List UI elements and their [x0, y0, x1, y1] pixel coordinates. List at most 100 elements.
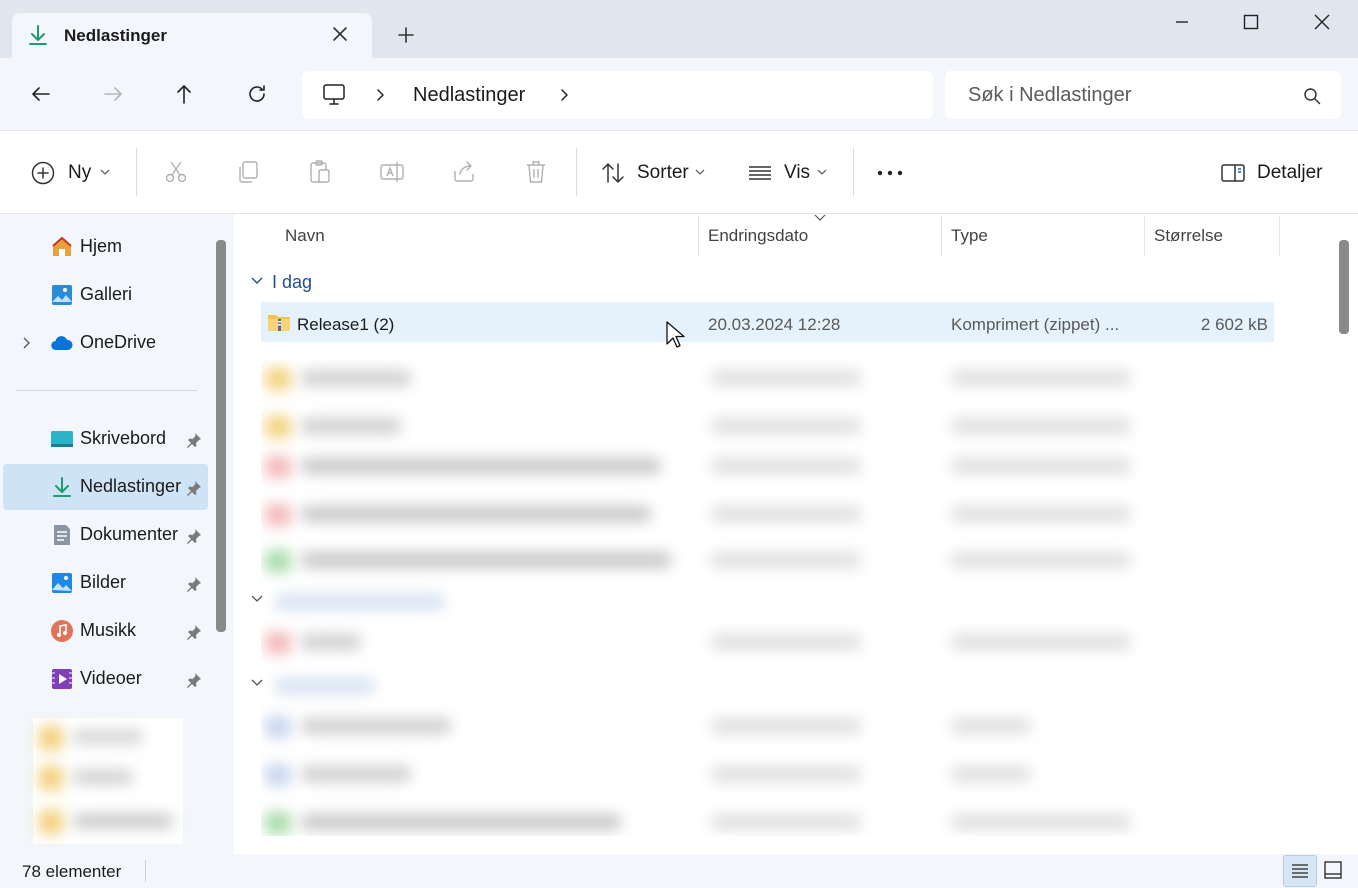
sort-indicator-icon	[814, 214, 826, 221]
sidebar-item-downloads[interactable]: Nedlastinger	[3, 464, 208, 510]
sidebar-item-label: Galleri	[80, 284, 133, 304]
sidebar-item-videos[interactable]: Videoer	[0, 656, 208, 702]
column-divider	[1144, 216, 1145, 256]
back-arrow-icon[interactable]	[27, 80, 55, 108]
search-icon[interactable]	[1303, 87, 1321, 105]
pin-icon[interactable]	[186, 624, 202, 640]
blurred-row-text	[301, 370, 411, 386]
music-icon	[51, 620, 73, 642]
sidebar-item-documents[interactable]: Dokumenter	[0, 512, 208, 558]
blurred-row-text	[711, 766, 861, 782]
content-scrollbar[interactable]	[1339, 240, 1349, 334]
pin-icon[interactable]	[186, 576, 202, 592]
forward-arrow-icon[interactable]	[99, 80, 127, 108]
chevron-down-icon[interactable]	[250, 593, 264, 605]
blurred-text	[73, 730, 143, 744]
blurred-row-text	[951, 506, 1131, 522]
column-header-size[interactable]: Størrelse	[1154, 226, 1223, 246]
download-icon	[29, 25, 47, 45]
sidebar-scrollbar[interactable]	[216, 240, 226, 632]
sidebar-item-label: Hjem	[80, 236, 123, 256]
chevron-down-icon[interactable]	[250, 677, 264, 689]
details-pane-button[interactable]: Detaljer	[1220, 158, 1325, 188]
computer-icon[interactable]	[321, 83, 347, 107]
pin-icon[interactable]	[186, 672, 202, 688]
column-header-name[interactable]: Navn	[285, 226, 325, 246]
blurred-row-text	[951, 814, 1131, 830]
maximize-icon[interactable]	[1237, 8, 1265, 36]
cut-icon[interactable]	[163, 159, 189, 185]
sidebar-item-pictures[interactable]: Bilder	[0, 560, 208, 606]
breadcrumb-nedlastinger[interactable]: Nedlastinger	[413, 84, 525, 107]
chevron-down-icon[interactable]	[250, 275, 264, 287]
paste-icon[interactable]	[307, 159, 333, 185]
chevron-right-icon[interactable]	[372, 87, 388, 103]
column-header-date[interactable]: Endringsdato	[708, 226, 808, 246]
sidebar-item-desktop[interactable]: Skrivebord	[0, 416, 208, 462]
column-header-type[interactable]: Type	[951, 226, 988, 246]
blurred-row-text	[301, 634, 361, 650]
copy-icon[interactable]	[235, 159, 261, 185]
blurred-row-text	[711, 718, 861, 734]
blurred-row-text	[301, 766, 411, 782]
pictures-icon	[52, 573, 72, 593]
large-icons-view-icon[interactable]	[1323, 860, 1343, 880]
sidebar-item-label: Bilder	[80, 572, 127, 592]
sidebar-item-label: Musikk	[80, 620, 137, 640]
search-input[interactable]: Søk i Nedlastinger	[945, 71, 1341, 119]
status-divider	[145, 860, 146, 882]
blurred-row-icon	[265, 368, 291, 390]
sidebar-item-onedrive[interactable]: OneDrive	[0, 320, 208, 366]
sidebar-item-home[interactable]: Hjem	[0, 224, 208, 270]
delete-trash-icon[interactable]	[523, 159, 549, 185]
column-divider	[941, 216, 942, 256]
minimize-icon[interactable]	[1168, 8, 1196, 36]
new-tab-plus-icon[interactable]	[394, 23, 418, 47]
details-view-icon	[1292, 864, 1308, 878]
blurred-row-icon	[265, 632, 291, 654]
more-options-icon[interactable]	[876, 160, 904, 186]
pin-icon[interactable]	[186, 432, 202, 448]
sidebar-item-label: Videoer	[80, 668, 142, 688]
blurred-row-text	[711, 506, 861, 522]
status-bar: 78 elementer	[0, 854, 1358, 888]
new-button[interactable]: Ny	[30, 158, 116, 188]
blurred-row-icon	[265, 716, 291, 738]
blurred-row-text	[711, 370, 861, 386]
blurred-row-text	[711, 634, 861, 650]
sidebar-item-label: Dokumenter	[80, 524, 179, 544]
address-bar[interactable]: Nedlastinger	[302, 71, 933, 119]
blurred-row-text	[951, 718, 1031, 734]
view-button[interactable]: Vis	[747, 158, 833, 188]
rename-icon[interactable]	[379, 159, 405, 185]
search-placeholder: Søk i Nedlastinger	[968, 84, 1132, 106]
file-type: Komprimert (zippet) ...	[951, 315, 1120, 334]
chevron-right-icon[interactable]	[556, 87, 572, 103]
blurred-row-text	[301, 814, 621, 830]
tab-nedlastinger[interactable]: Nedlastinger	[12, 13, 372, 59]
table-row[interactable]: Release1 (2) 20.03.2024 12:28 Komprimert…	[261, 302, 1274, 342]
sidebar-item-gallery[interactable]: Galleri	[0, 272, 208, 318]
close-tab-icon[interactable]	[330, 24, 350, 44]
chevron-down-icon	[695, 169, 705, 175]
mouse-cursor-icon	[666, 321, 685, 348]
home-icon	[52, 236, 72, 256]
share-icon[interactable]	[451, 159, 477, 185]
sidebar-item-music[interactable]: Musikk	[0, 608, 208, 654]
sidebar-item-label: OneDrive	[80, 332, 157, 352]
toolbar-divider	[136, 148, 137, 196]
group-header-today[interactable]: I dag	[272, 272, 312, 293]
details-view-button[interactable]	[1283, 855, 1317, 887]
blurred-row-text	[951, 370, 1131, 386]
close-window-icon[interactable]	[1308, 8, 1336, 36]
desktop-icon	[51, 431, 73, 447]
pin-icon[interactable]	[186, 480, 202, 496]
sort-button[interactable]: Sorter	[600, 158, 710, 188]
blurred-row-text	[711, 418, 861, 434]
pin-icon[interactable]	[186, 528, 202, 544]
blurred-row-text	[951, 418, 1131, 434]
chevron-right-icon[interactable]	[19, 336, 33, 350]
cloud-icon	[51, 336, 73, 351]
up-arrow-icon[interactable]	[170, 80, 198, 108]
refresh-icon[interactable]	[243, 80, 271, 108]
